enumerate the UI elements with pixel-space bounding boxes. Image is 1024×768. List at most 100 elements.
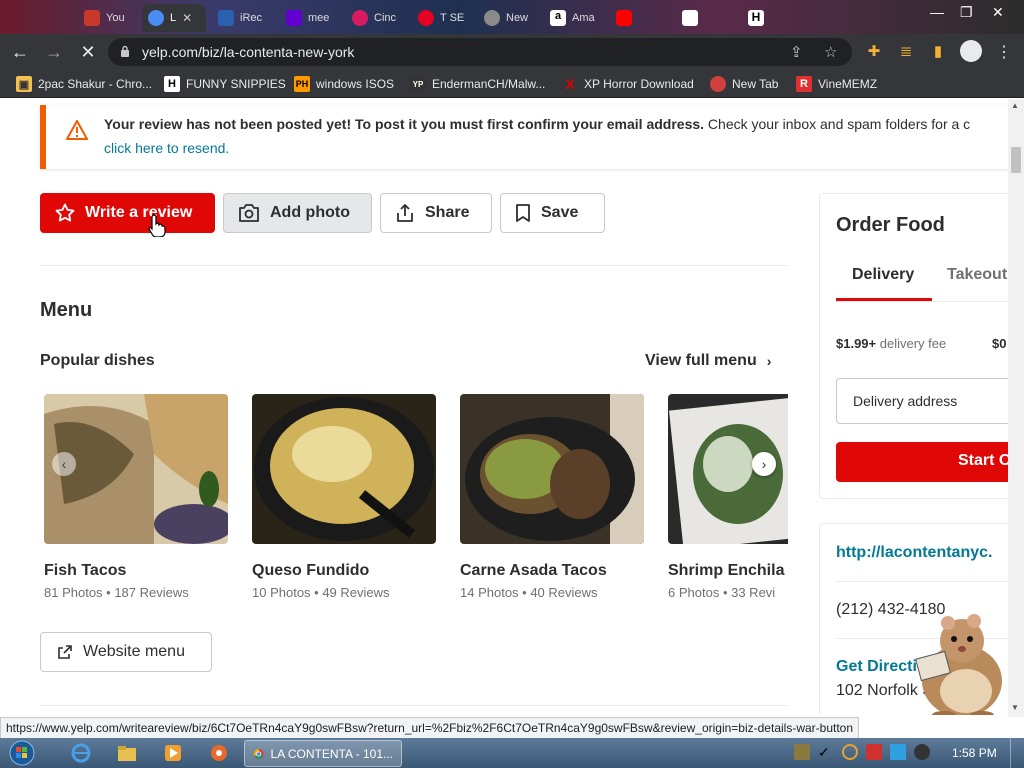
browser-tab[interactable]: mee <box>280 4 344 32</box>
bookmark-item[interactable]: X XP Horror Download <box>562 76 694 92</box>
playlist-icon[interactable]: ≣ <box>896 42 916 62</box>
stop-loading-icon[interactable]: ✕ <box>76 40 100 64</box>
save-button[interactable]: Save <box>500 193 605 233</box>
tab-delivery[interactable]: Delivery <box>852 266 914 284</box>
browser-tab-strip: You L ✕ iRec mee Cinc T SE New a Ama H — ❐… <box>0 0 1024 34</box>
browser-tab[interactable]: Cinc <box>346 4 410 32</box>
browser-tab[interactable]: iRec <box>212 4 276 32</box>
order-food-title: Order Food <box>836 214 945 236</box>
chrome-icon <box>253 748 264 759</box>
page-scrollbar[interactable]: ▲ ▼ <box>1008 99 1024 717</box>
tab-favicon-icon <box>148 10 164 26</box>
bookmark-item[interactable]: PH windows ISOS <box>294 76 394 92</box>
business-website-link[interactable]: http://lacontentanyc. <box>836 544 992 562</box>
write-review-button[interactable]: Write a review <box>40 193 215 233</box>
view-full-menu-link[interactable]: View full menu › <box>645 352 771 370</box>
dish-card[interactable]: › Shrimp Enchila 6 Photos • 33 Revi <box>668 394 788 600</box>
bookmark-favicon-icon: YP <box>410 76 426 92</box>
tab-favicon-icon <box>418 10 434 26</box>
browser-tab-active[interactable]: L ✕ <box>142 4 206 32</box>
carousel-next-button[interactable]: › <box>752 452 776 476</box>
tab-divider <box>836 301 1008 302</box>
dish-meta: 6 Photos • 33 Revi <box>668 585 776 600</box>
website-menu-button[interactable]: Website menu <box>40 632 212 672</box>
close-window-icon[interactable]: ✕ <box>992 4 1004 21</box>
warning-icon <box>66 120 88 140</box>
bookmark-item[interactable]: YP EndermanCH/Malw... <box>410 76 545 92</box>
dish-meta: 81 Photos • 187 Reviews <box>44 585 189 600</box>
browser-tab[interactable] <box>676 4 740 32</box>
dish-meta: 14 Photos • 40 Reviews <box>460 585 598 600</box>
app-icon[interactable] <box>208 742 230 764</box>
tray-app-icon[interactable] <box>794 744 810 760</box>
tray-flag-icon[interactable] <box>866 744 882 760</box>
restore-icon[interactable]: ❐ <box>960 4 973 21</box>
back-icon[interactable]: ← <box>8 40 32 64</box>
minimize-icon[interactable]: — <box>930 4 944 20</box>
bookmark-star-icon[interactable]: ☆ <box>824 43 837 61</box>
taskbar-clock[interactable]: 1:58 PM <box>952 746 997 760</box>
delivery-fee: $1.99+ delivery fee <box>836 336 947 351</box>
browser-tab[interactable] <box>610 4 674 32</box>
popular-dishes-heading: Popular dishes <box>40 352 155 369</box>
tab-favicon-icon <box>218 10 234 26</box>
hand-cursor-icon <box>148 214 166 237</box>
section-divider <box>40 705 788 706</box>
delivery-address-input[interactable]: Delivery address <box>836 378 1008 424</box>
dish-photo <box>252 394 436 544</box>
chrome-taskbar-button[interactable]: LA CONTENTA - 101... <box>244 740 402 767</box>
tray-network-icon[interactable] <box>890 744 906 760</box>
resend-link[interactable]: click here to resend. <box>104 140 229 156</box>
file-explorer-icon[interactable] <box>116 742 138 764</box>
alert-message: Your review has not been posted yet! To … <box>104 116 971 132</box>
tray-check-icon[interactable]: ✓ <box>818 744 834 760</box>
browser-tab[interactable]: New <box>478 4 542 32</box>
bookmark-favicon-icon: ▣ <box>16 76 32 92</box>
media-player-icon[interactable] <box>162 742 184 764</box>
tab-favicon-icon <box>682 10 698 26</box>
side-panel-icon[interactable]: ▮ <box>928 42 948 62</box>
scroll-up-icon[interactable]: ▲ <box>1011 101 1019 110</box>
minimum-fee: $0 <box>992 336 1007 351</box>
hamster-desktop-pet[interactable] <box>904 611 1008 715</box>
share-page-icon[interactable]: ⇪ <box>790 43 803 61</box>
close-tab-icon[interactable]: ✕ <box>182 11 192 25</box>
scroll-down-icon[interactable]: ▼ <box>1011 703 1019 712</box>
dish-card[interactable]: Queso Fundido 10 Photos • 49 Reviews <box>252 394 436 600</box>
add-photo-button[interactable]: Add photo <box>223 193 372 233</box>
forward-icon[interactable]: → <box>42 40 66 64</box>
dish-name: Carne Asada Tacos <box>460 562 607 579</box>
bookmark-item[interactable]: New Tab <box>710 76 778 92</box>
browser-tab[interactable]: You <box>78 4 142 32</box>
link-status-bubble: https://www.yelp.com/writeareview/biz/6C… <box>0 717 860 739</box>
bookmark-item[interactable]: R VineMEMZ <box>796 76 877 92</box>
start-button[interactable] <box>4 738 40 768</box>
scrollbar-thumb[interactable] <box>1011 147 1021 173</box>
tab-favicon-icon <box>286 10 302 26</box>
chrome-menu-icon[interactable]: ⋮ <box>996 42 1012 62</box>
share-icon <box>397 204 413 222</box>
bookmark-item[interactable]: ▣ 2pac Shakur - Chro... <box>16 76 152 92</box>
carousel-prev-button[interactable]: ‹ <box>52 452 76 476</box>
profile-avatar[interactable] <box>960 40 982 62</box>
browser-tab[interactable]: a Ama <box>544 4 608 32</box>
share-button[interactable]: Share <box>380 193 492 233</box>
show-desktop-button[interactable] <box>1010 738 1024 768</box>
internet-explorer-icon[interactable] <box>70 742 92 764</box>
windows-logo-icon <box>9 740 35 766</box>
browser-tab[interactable]: T SE <box>412 4 476 32</box>
address-bar[interactable]: yelp.com/biz/la-contenta-new-york ⇪ ☆ <box>108 38 852 66</box>
order-food-card: Order Food Delivery Takeout $1.99+ deliv… <box>819 193 1008 499</box>
bookmark-item[interactable]: H FUNNY SNIPPIES <box>164 76 286 92</box>
extensions-puzzle-icon[interactable]: ✚ <box>864 42 884 62</box>
dish-photo: ‹ <box>44 394 228 544</box>
dish-card[interactable]: Carne Asada Tacos 14 Photos • 40 Reviews <box>460 394 644 600</box>
tray-volume-icon[interactable] <box>914 744 930 760</box>
start-order-button[interactable]: Start O <box>836 442 1008 482</box>
browser-tab[interactable]: H <box>742 4 806 32</box>
tray-search-icon[interactable] <box>842 744 858 760</box>
bookmarks-bar: ▣ 2pac Shakur - Chro... H FUNNY SNIPPIES P… <box>0 70 1024 98</box>
dish-card[interactable]: ‹ Fish Tacos 81 Photos • 187 Reviews <box>44 394 228 600</box>
tab-favicon-icon <box>352 10 368 26</box>
tab-takeout[interactable]: Takeout <box>947 266 1007 284</box>
